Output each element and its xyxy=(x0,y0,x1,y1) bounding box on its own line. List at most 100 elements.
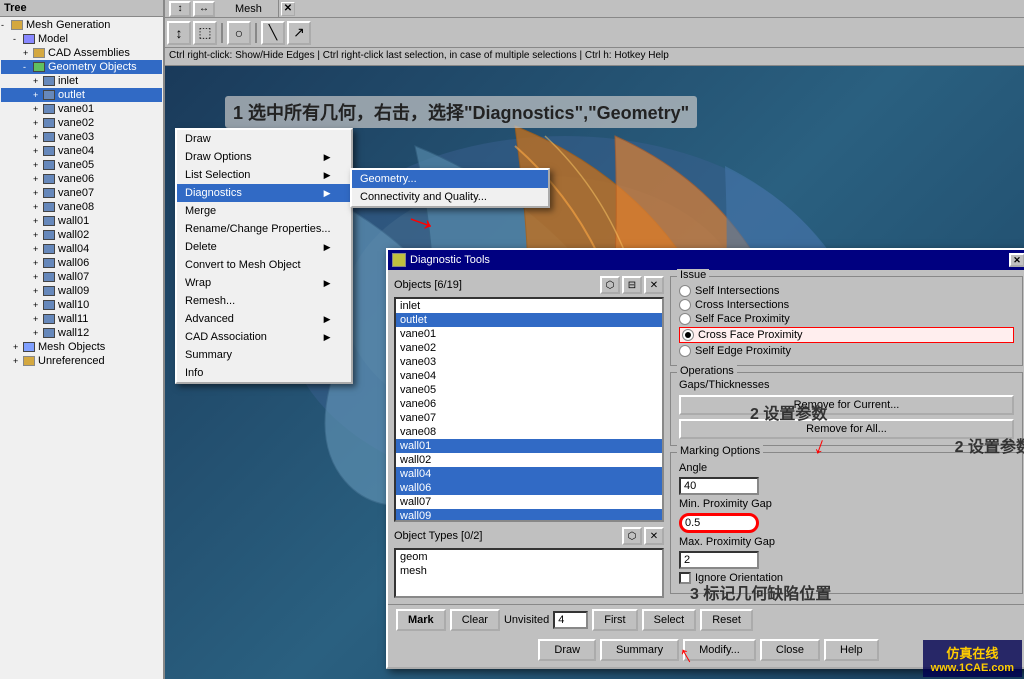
tree-item[interactable]: + inlet xyxy=(1,74,162,88)
clear-btn[interactable]: Clear xyxy=(450,609,500,631)
menu-item-advanced[interactable]: Advanced ▶ xyxy=(177,310,351,328)
expand-icon[interactable]: - xyxy=(1,20,11,30)
menu-item-info[interactable]: Info xyxy=(177,364,351,382)
tree-item[interactable]: + vane01 xyxy=(1,102,162,116)
list-item[interactable]: wall01 xyxy=(396,439,662,453)
menu-item-summary[interactable]: Summary xyxy=(177,346,351,364)
toolbar-btn-5[interactable]: ↗ xyxy=(287,21,311,45)
tree-item[interactable]: + vane05 xyxy=(1,158,162,172)
list-item[interactable]: vane05 xyxy=(396,383,662,397)
tree-item[interactable]: + wall10 xyxy=(1,298,162,312)
radio-self-face-proximity[interactable]: Self Face Proximity xyxy=(679,313,1014,325)
tree-item[interactable]: + CAD Assemblies xyxy=(1,46,162,60)
toolbar-btn[interactable]: ↕ xyxy=(169,1,191,17)
tree-item[interactable]: + wall12 xyxy=(1,326,162,340)
menu-item-list-selection[interactable]: List Selection ▶ xyxy=(177,166,351,184)
toolbar-btn-3[interactable]: ○ xyxy=(227,21,251,45)
list-item[interactable]: wall02 xyxy=(396,453,662,467)
close-tab-btn[interactable]: ✕ xyxy=(281,2,295,16)
list-item[interactable]: wall07 xyxy=(396,495,662,509)
radio-self-edge-proximity[interactable]: Self Edge Proximity xyxy=(679,345,1014,357)
menu-item-rename[interactable]: Rename/Change Properties... xyxy=(177,220,351,238)
list-item[interactable]: wall04 xyxy=(396,467,662,481)
objects-btn-2[interactable]: ⊟ xyxy=(622,276,642,294)
list-item[interactable]: vane03 xyxy=(396,355,662,369)
menu-item-delete[interactable]: Delete ▶ xyxy=(177,238,351,256)
tree-item[interactable]: + vane07 xyxy=(1,186,162,200)
select-btn[interactable]: Select xyxy=(642,609,697,631)
menu-item-draw-options[interactable]: Draw Options ▶ xyxy=(177,148,351,166)
tree-item[interactable]: - Mesh Generation xyxy=(1,18,162,32)
first-btn[interactable]: First xyxy=(592,609,637,631)
toolbar-btn-4[interactable]: ╲ xyxy=(261,21,285,45)
expand-icon[interactable]: - xyxy=(23,62,33,72)
list-item[interactable]: vane06 xyxy=(396,397,662,411)
tree-item[interactable]: + wall09 xyxy=(1,284,162,298)
submenu-geometry[interactable]: Geometry... xyxy=(352,170,548,188)
tree-label: wall01 xyxy=(58,215,89,227)
radio-cross-intersections[interactable]: Cross Intersections xyxy=(679,299,1014,311)
list-item[interactable]: geom xyxy=(396,550,662,564)
tree-item[interactable]: + vane02 xyxy=(1,116,162,130)
toolbar-btn-1[interactable]: ↕ xyxy=(167,21,191,45)
list-item[interactable]: vane08 xyxy=(396,425,662,439)
list-item[interactable]: outlet xyxy=(396,313,662,327)
obj-types-btn-2[interactable]: ✕ xyxy=(644,527,664,545)
remove-current-btn[interactable]: Remove for Current... xyxy=(679,395,1014,415)
draw-btn[interactable]: Draw xyxy=(538,639,596,661)
tree-item[interactable]: + wall04 xyxy=(1,242,162,256)
list-item[interactable]: inlet xyxy=(396,299,662,313)
tree-item[interactable]: + vane08 xyxy=(1,200,162,214)
angle-input[interactable] xyxy=(679,477,759,495)
tree-item[interactable]: + Unreferenced xyxy=(1,354,162,368)
list-item[interactable]: vane04 xyxy=(396,369,662,383)
dialog-close-btn[interactable]: ✕ xyxy=(1009,253,1024,267)
expand-icon[interactable]: + xyxy=(23,48,33,58)
tree-item[interactable]: + wall01 xyxy=(1,214,162,228)
summary-btn[interactable]: Summary xyxy=(600,639,679,661)
close-btn[interactable]: Close xyxy=(760,639,820,661)
objects-listbox[interactable]: inlet outlet vane01 vane02 vane03 vane04… xyxy=(394,297,664,522)
toolbar-btn-2[interactable]: ⬚ xyxy=(193,21,217,45)
tree-item[interactable]: + Mesh Objects xyxy=(1,340,162,354)
tree-item[interactable]: + vane03 xyxy=(1,130,162,144)
menu-item-cad[interactable]: CAD Association ▶ xyxy=(177,328,351,346)
objects-btn-1[interactable]: ⬡ xyxy=(600,276,620,294)
tree-item-outlet[interactable]: + outlet xyxy=(1,88,162,102)
menu-item-remesh[interactable]: Remesh... xyxy=(177,292,351,310)
expand-icon[interactable]: - xyxy=(13,34,23,44)
tree-item[interactable]: - Model xyxy=(1,32,162,46)
menu-item-draw[interactable]: Draw xyxy=(177,130,351,148)
tree-item[interactable]: + wall07 xyxy=(1,270,162,284)
unvisited-input[interactable] xyxy=(553,611,588,629)
min-proximity-input[interactable] xyxy=(679,513,759,533)
obj-types-listbox[interactable]: geom mesh xyxy=(394,548,664,598)
menu-item-wrap[interactable]: Wrap ▶ xyxy=(177,274,351,292)
tree-item-geometry[interactable]: - Geometry Objects xyxy=(1,60,162,74)
tree-item[interactable]: + vane06 xyxy=(1,172,162,186)
max-proximity-input[interactable] xyxy=(679,551,759,569)
menu-item-convert[interactable]: Convert to Mesh Object xyxy=(177,256,351,274)
menu-item-diagnostics[interactable]: Diagnostics ▶ xyxy=(177,184,351,202)
radio-cross-face-proximity[interactable]: Cross Face Proximity xyxy=(679,327,1014,343)
tree-item[interactable]: + wall02 xyxy=(1,228,162,242)
list-item[interactable]: vane07 xyxy=(396,411,662,425)
tree-label: wall07 xyxy=(58,271,89,283)
list-item[interactable]: wall09 xyxy=(396,509,662,522)
obj-types-btn-1[interactable]: ⬡ xyxy=(622,527,642,545)
list-item[interactable]: vane02 xyxy=(396,341,662,355)
list-item[interactable]: wall06 xyxy=(396,481,662,495)
radio-self-intersections[interactable]: Self Intersections xyxy=(679,285,1014,297)
objects-btn-3[interactable]: ✕ xyxy=(644,276,664,294)
list-item[interactable]: mesh xyxy=(396,564,662,578)
submenu-connectivity[interactable]: Connectivity and Quality... xyxy=(352,188,548,206)
list-item[interactable]: vane01 xyxy=(396,327,662,341)
tab-mesh[interactable]: Mesh xyxy=(219,0,279,17)
mark-btn[interactable]: Mark xyxy=(396,609,446,631)
tree-item[interactable]: + vane04 xyxy=(1,144,162,158)
tree-item[interactable]: + wall11 xyxy=(1,312,162,326)
menu-item-merge[interactable]: Merge xyxy=(177,202,351,220)
toolbar-btn[interactable]: ↔ xyxy=(193,1,215,17)
help-btn[interactable]: Help xyxy=(824,639,879,661)
tree-item[interactable]: + wall06 xyxy=(1,256,162,270)
